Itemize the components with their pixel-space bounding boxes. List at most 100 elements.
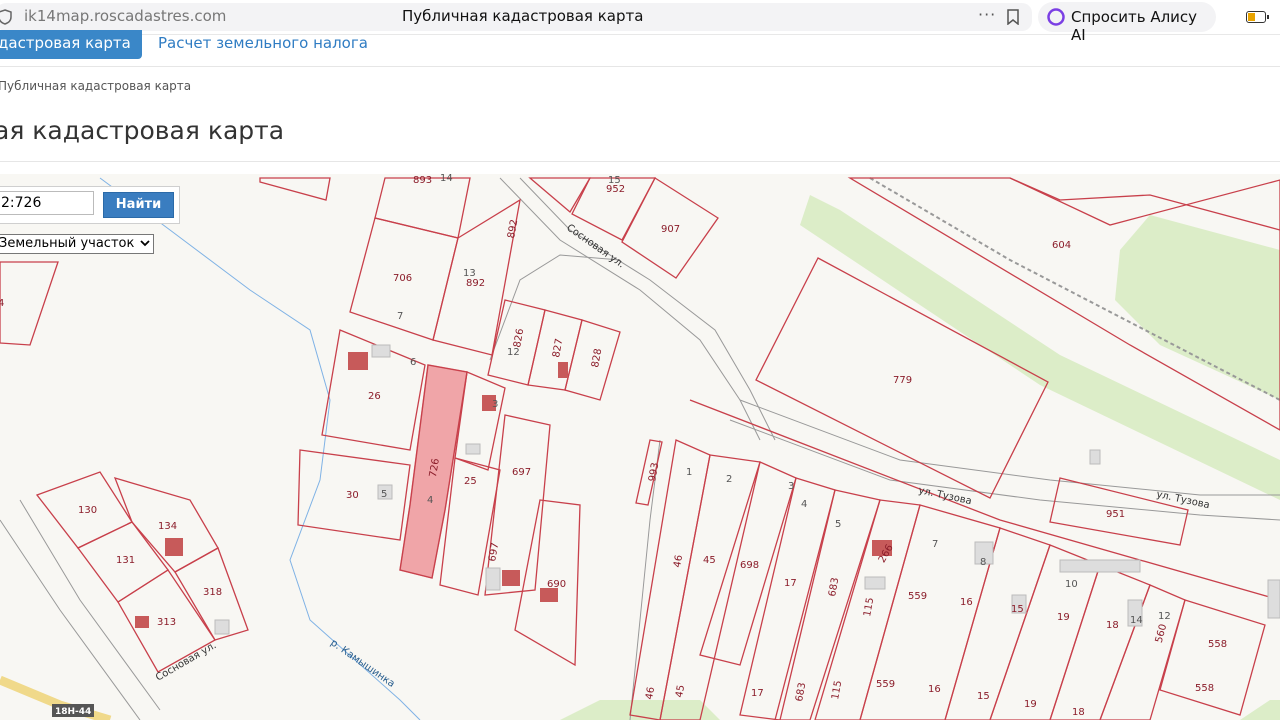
parcel-label: 19 bbox=[1024, 699, 1037, 710]
parcel-label: 4 bbox=[427, 495, 433, 506]
parcel-label: 826 bbox=[512, 328, 526, 349]
parcel-label: 134 bbox=[158, 521, 177, 532]
buildings bbox=[135, 352, 892, 628]
map-canvas[interactable]: 18Н-44 893 14 952 15 907 604 706 13 892 … bbox=[0, 174, 1280, 720]
parcel-label: 683 bbox=[794, 682, 808, 703]
street-label-tuzova-2: ул. Тузова bbox=[1155, 489, 1210, 511]
parcel-label: 7 bbox=[932, 539, 938, 550]
parcel-label: 907 bbox=[661, 224, 680, 235]
breadcrumb[interactable]: Публичная кадастровая карта bbox=[0, 79, 191, 93]
parcel-label: 5 bbox=[381, 489, 387, 500]
parcel-label: 25 bbox=[464, 476, 477, 487]
parcel-label: 115 bbox=[830, 680, 844, 701]
tab-land-tax[interactable]: Расчет земельного налога bbox=[158, 34, 368, 52]
parcel-label: 14 bbox=[1130, 615, 1143, 626]
url-text[interactable]: ik14map.roscadastres.com bbox=[24, 7, 226, 25]
browser-toolbar: ik14map.roscadastres.com Публичная кадас… bbox=[0, 0, 1280, 44]
river-label: р. Камышинка bbox=[328, 637, 396, 689]
parcel-label: 30 bbox=[346, 490, 359, 501]
parcel-label: 15 bbox=[1011, 604, 1024, 615]
shield-icon[interactable] bbox=[0, 9, 12, 25]
parcel-label: 7 bbox=[397, 311, 403, 322]
green-area bbox=[1115, 215, 1280, 400]
parcel-label: 5 bbox=[835, 519, 841, 530]
parcel-label: 892 bbox=[466, 278, 485, 289]
parcel-label: 313 bbox=[157, 617, 176, 628]
alice-label: Спросить Алису AI bbox=[1071, 8, 1198, 44]
parcel-label: 19 bbox=[1057, 612, 1070, 623]
street-label-sosnovaya: Сосновая ул. bbox=[564, 222, 626, 270]
parcel-label: 558 bbox=[1208, 639, 1227, 650]
parcel-label: 131 bbox=[116, 555, 135, 566]
page-title-tab: Публичная кадастровая карта bbox=[402, 7, 644, 25]
find-button[interactable]: Найти bbox=[103, 192, 174, 218]
parcel-label: 560 bbox=[1154, 623, 1170, 644]
parcel-label: 18 bbox=[1106, 620, 1119, 631]
parcel-label: 15 bbox=[608, 175, 621, 186]
parcel-label: 690 bbox=[547, 579, 566, 590]
parcel-label: 604 bbox=[1052, 240, 1071, 251]
divider bbox=[0, 161, 1280, 162]
tab-cadastral-map[interactable]: дастровая карта bbox=[0, 30, 142, 59]
parcel-label: 1 bbox=[686, 467, 692, 478]
parcel-label: 893 bbox=[413, 175, 432, 186]
parcel-label: 697 bbox=[512, 467, 531, 478]
cadastral-map[interactable]: 18Н-44 893 14 952 15 907 604 706 13 892 … bbox=[0, 174, 1280, 720]
parcel-label: 706 bbox=[393, 273, 412, 284]
street-outlines bbox=[0, 177, 1280, 720]
parcel-label: 8 bbox=[980, 557, 986, 568]
alice-icon bbox=[1047, 8, 1065, 26]
parcel-label: 15 bbox=[977, 691, 990, 702]
parcel-label: 45 bbox=[703, 555, 716, 566]
object-type-value: Земельный участок bbox=[0, 236, 135, 251]
street-label-tuzova: ул. Тузова bbox=[917, 485, 972, 507]
parcel-label: 2 bbox=[726, 474, 732, 485]
parcel-label: 6 bbox=[410, 357, 416, 368]
parcel-label: 16 bbox=[960, 597, 973, 608]
parcel-label: 12 bbox=[1158, 611, 1171, 622]
parcel-label: 3 bbox=[492, 399, 498, 410]
parcel-label: 559 bbox=[908, 591, 927, 602]
parcel-label: 993 bbox=[647, 462, 661, 483]
parcel-label: 559 bbox=[876, 679, 895, 690]
alice-button[interactable]: Спросить Алису AI bbox=[1038, 2, 1216, 44]
parcel-label: 18 bbox=[1072, 707, 1085, 718]
parcel-label: 130 bbox=[78, 505, 97, 516]
parcel-label: 3 bbox=[788, 481, 794, 492]
bookmark-icon[interactable] bbox=[1006, 9, 1020, 25]
parcel-label: 46 bbox=[672, 554, 685, 568]
parcel-label: 318 bbox=[203, 587, 222, 598]
parcel-label: 45 bbox=[674, 684, 687, 698]
battery-icon bbox=[1246, 11, 1269, 23]
parcel-label: 17 bbox=[784, 578, 797, 589]
parcel-label: 697 bbox=[487, 542, 501, 563]
parcel-label: 558 bbox=[1195, 683, 1214, 694]
more-menu-icon[interactable]: ··· bbox=[978, 5, 996, 24]
parcel-label: 46 bbox=[644, 686, 657, 700]
parcel-label: 4 bbox=[0, 298, 4, 309]
parcel-boundaries bbox=[0, 177, 1280, 720]
street-label-sosnovaya-2: Сосновая ул. bbox=[154, 640, 218, 684]
parcel-label: 683 bbox=[827, 577, 841, 598]
river-line bbox=[99, 177, 421, 720]
parcel-label: 115 bbox=[862, 597, 876, 618]
parcel-label: 827 bbox=[551, 338, 565, 359]
divider bbox=[0, 66, 1280, 67]
parcel-label: 26 bbox=[368, 391, 381, 402]
parcel-label: 828 bbox=[590, 348, 604, 369]
object-type-select[interactable]: Земельный участок bbox=[0, 234, 154, 254]
parcel-label: 698 bbox=[740, 560, 759, 571]
parcel-label: 4 bbox=[801, 499, 807, 510]
parcel-label: 951 bbox=[1106, 509, 1125, 520]
cadastral-number-input[interactable]: 2:726 bbox=[0, 191, 94, 215]
parcel-label: 17 bbox=[751, 688, 764, 699]
parcel-label: 12 bbox=[507, 347, 520, 358]
parcel-label: 14 bbox=[440, 174, 453, 184]
parcel-label: 16 bbox=[928, 684, 941, 695]
chevron-down-icon bbox=[140, 240, 150, 247]
green-area bbox=[1240, 700, 1280, 720]
parcel-label: 779 bbox=[893, 375, 912, 386]
tab-cadastral-map-label: дастровая карта bbox=[0, 34, 131, 52]
page-heading: ая кадастровая карта bbox=[0, 116, 285, 145]
road-number: 18Н-44 bbox=[55, 707, 91, 717]
